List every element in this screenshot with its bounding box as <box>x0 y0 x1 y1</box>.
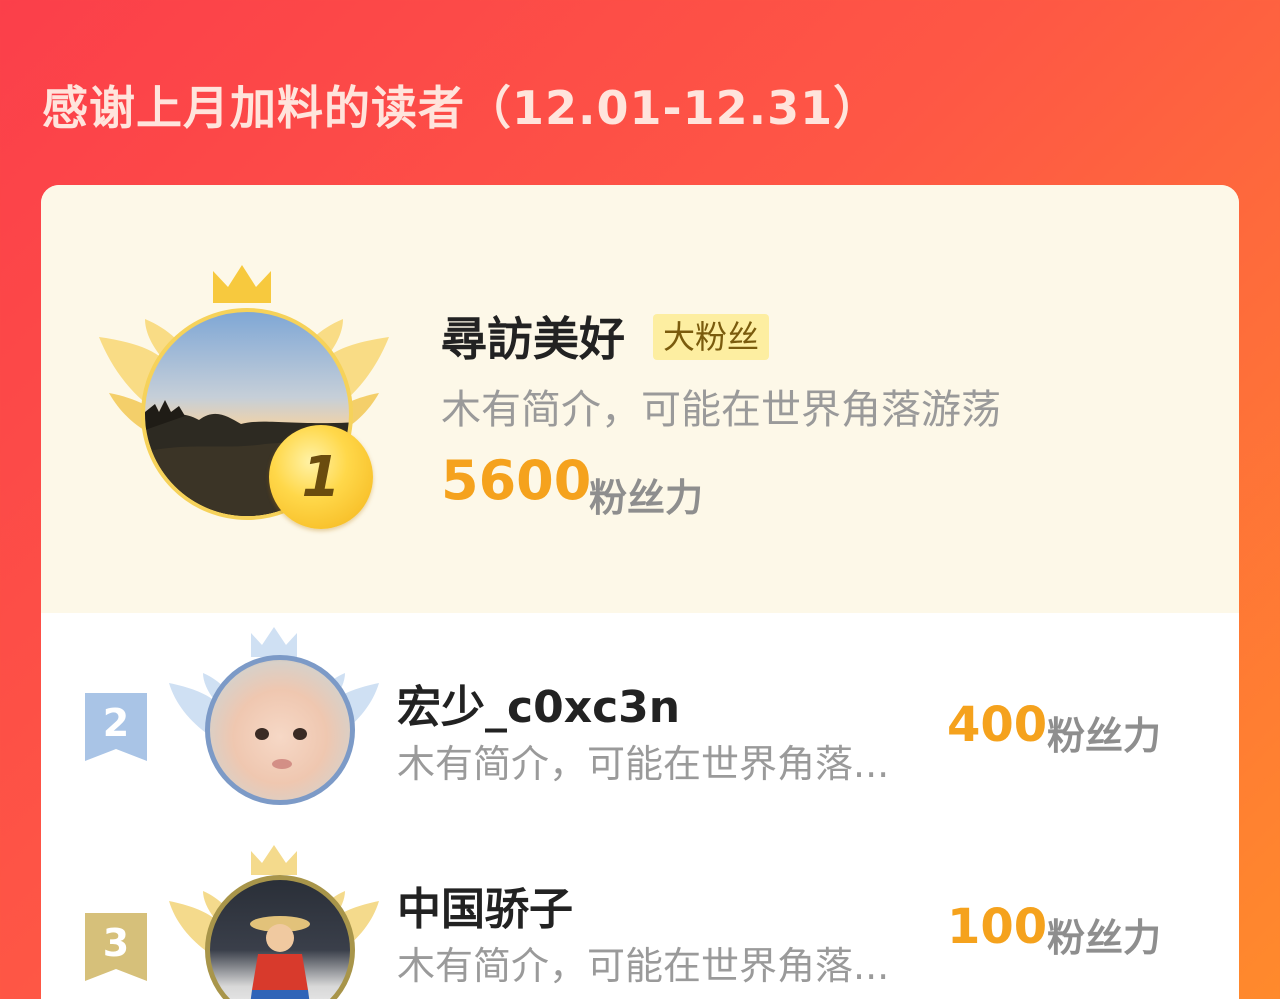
rank-number: 2 <box>102 701 130 745</box>
reader-bio: 木有简介，可能在世界角落... <box>397 742 890 786</box>
rank-medal: 1 <box>269 425 373 529</box>
reader-bio: 木有简介，可能在世界角落... <box>397 944 890 988</box>
reader-score: 400 <box>947 697 1048 753</box>
top-reader-bio: 木有简介，可能在世界角落游荡 <box>441 387 1001 433</box>
top-reader-score: 5600 <box>441 449 592 512</box>
list-item[interactable]: 2 宏少_c0xc3n 木有简介，可能在世界角落... 400 粉丝力 <box>41 613 1239 813</box>
baby-face-icon <box>255 728 307 769</box>
reader-score: 100 <box>947 899 1048 955</box>
cartoon-character-icon <box>250 916 310 999</box>
reader-name[interactable]: 宏少_c0xc3n <box>397 671 680 735</box>
leaderboard-card: 1 尋訪美好 大粉丝 木有简介，可能在世界角落游荡 5600 粉丝力 2 宏少_… <box>41 185 1239 999</box>
list-item[interactable]: 3 中国骄子 木有简介，可能在世界角落... 100 粉丝力 <box>41 833 1239 999</box>
score-unit-label: 粉丝力 <box>1047 714 1162 758</box>
page-title: 感谢上月加料的读者（12.01-12.31） <box>42 81 881 135</box>
reader-avatar[interactable] <box>205 655 355 805</box>
top-reader-section[interactable]: 1 尋訪美好 大粉丝 木有简介，可能在世界角落游荡 5600 粉丝力 <box>41 185 1239 613</box>
score-unit-label: 粉丝力 <box>589 476 704 520</box>
score-unit-label: 粉丝力 <box>1047 916 1162 960</box>
rank-number: 3 <box>102 921 130 965</box>
reader-name[interactable]: 中国骄子 <box>397 873 573 937</box>
top-reader-name[interactable]: 尋訪美好 <box>441 303 625 369</box>
fan-level-badge: 大粉丝 <box>653 314 770 360</box>
